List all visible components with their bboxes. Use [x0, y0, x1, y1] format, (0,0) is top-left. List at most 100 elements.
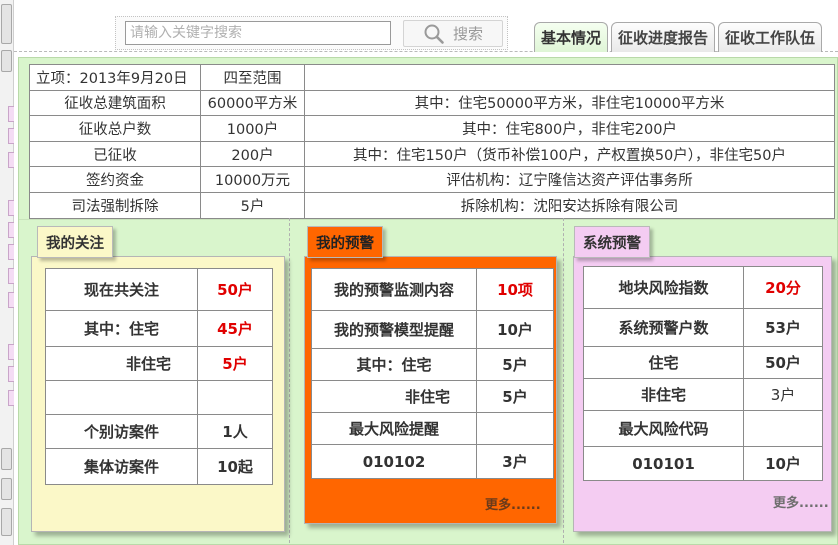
search-area: 搜索: [115, 16, 508, 50]
table-cell: 200户: [200, 140, 305, 168]
table-cell: 征收总户数: [29, 115, 201, 142]
tab-basic-info[interactable]: 基本情况: [534, 22, 609, 52]
system-alert-more-link[interactable]: 更多......: [773, 492, 829, 511]
my-alert-more-link[interactable]: 更多......: [485, 494, 541, 513]
table-row: 现在共关注 50户: [45, 268, 273, 311]
gutter-button[interactable]: [1, 448, 12, 470]
gutter-marker[interactable]: [8, 200, 14, 216]
table-cell: 10户: [476, 310, 554, 349]
tab-bar: 基本情况 征收进度报告 征收工作队伍: [534, 22, 823, 52]
table-cell: 系统预警户数: [583, 308, 744, 347]
table-row: 其中：住宅 5户: [311, 348, 554, 381]
table-cell: 5户: [200, 191, 305, 219]
table-cell: 已征收: [29, 140, 201, 168]
table-row: 010102 3户: [311, 444, 554, 479]
gutter-marker[interactable]: [8, 244, 14, 260]
gutter-marker[interactable]: [8, 128, 14, 144]
gutter-marker[interactable]: [8, 222, 14, 238]
gutter-marker[interactable]: [8, 344, 14, 360]
search-button[interactable]: 搜索: [403, 20, 503, 47]
table-cell: 5户: [476, 380, 554, 413]
gutter-marker[interactable]: [8, 292, 14, 308]
search-input[interactable]: [125, 21, 391, 45]
table-cell: 20分: [743, 266, 823, 309]
table-cell: 10起: [197, 448, 273, 485]
table-cell: 10户: [743, 446, 823, 481]
gutter-marker[interactable]: [8, 366, 14, 382]
table-row: 最大风险代码: [583, 410, 823, 447]
table-row: 签约资金 10000万元 评估机构：辽宁隆信达资产评估事务所: [29, 166, 835, 193]
table-cell: 3户: [476, 444, 554, 479]
table-row: 系统预警户数 53户: [583, 308, 823, 347]
table-cell: 010102: [311, 444, 477, 479]
table-row: 非住宅 5户: [311, 380, 554, 413]
table-cell: 5户: [476, 348, 554, 381]
gutter-button[interactable]: [1, 478, 12, 500]
table-cell: 其中：住宅150户（货币补偿100户，产权置换50户），非住宅50户: [304, 140, 835, 168]
my-focus-table: 现在共关注 50户 其中：住宅 45户 非住宅 5户 个别访案件 1人 集体访案…: [45, 268, 273, 485]
table-row: 司法强制拆除 5户 拆除机构：沈阳安达拆除有限公司: [29, 191, 835, 219]
panel-divider: [563, 218, 564, 545]
table-cell: 1000户: [200, 115, 305, 142]
gutter-marker[interactable]: [8, 268, 14, 284]
table-cell: 10项: [476, 268, 554, 311]
table-row: 住宅 50户: [583, 346, 823, 379]
top-bar: 搜索 基本情况 征收进度报告 征收工作队伍: [14, 0, 838, 52]
table-cell: 我的预警模型提醒: [311, 310, 477, 349]
gutter-marker[interactable]: [8, 390, 14, 406]
table-cell: 50户: [743, 346, 823, 379]
table-cell: 个别访案件: [45, 414, 198, 449]
table-row: [45, 380, 273, 415]
table-cell: 60000平方米: [200, 89, 305, 117]
table-cell: 非住宅: [583, 378, 744, 411]
table-cell: [743, 410, 823, 447]
table-cell: 现在共关注: [45, 268, 198, 311]
table-row: 非住宅 3户: [583, 378, 823, 411]
system-alert-title: 系统预警: [574, 226, 650, 258]
table-row: 我的预警模型提醒 10户: [311, 310, 554, 349]
table-row: 地块风险指数 20分: [583, 266, 823, 309]
table-cell: [45, 380, 198, 415]
table-cell: 1人: [197, 414, 273, 449]
left-gutter: [0, 0, 14, 545]
table-cell: 签约资金: [29, 166, 201, 193]
my-focus-title: 我的关注: [37, 226, 113, 258]
my-alert-title: 我的预警: [307, 226, 383, 258]
table-row: 已征收 200户 其中：住宅150户（货币补偿100户，产权置换50户），非住宅…: [29, 140, 835, 168]
search-icon: [424, 24, 444, 44]
section-divider: [19, 219, 838, 220]
table-row: 非住宅 5户: [45, 346, 273, 381]
table-cell: 住宅: [583, 346, 744, 379]
table-cell: 其中：住宅: [45, 310, 198, 347]
table-cell: 3户: [743, 378, 823, 411]
my-alert-table: 我的预警监测内容 10项 我的预警模型提醒 10户 其中：住宅 5户 非住宅 5…: [311, 268, 554, 479]
tab-work-team[interactable]: 征收工作队伍: [718, 22, 823, 52]
table-row: 其中：住宅 45户: [45, 310, 273, 347]
tab-progress-report[interactable]: 征收进度报告: [611, 22, 716, 52]
table-cell: 010101: [583, 446, 744, 481]
table-row: 征收总建筑面积 60000平方米 其中：住宅50000平方米，非住宅10000平…: [29, 89, 835, 117]
gutter-marker[interactable]: [8, 152, 14, 168]
table-cell: 我的预警监测内容: [311, 268, 477, 311]
table-row: 立项：2013年9月20日 四至范围: [29, 64, 835, 91]
table-row: 集体访案件 10起: [45, 448, 273, 485]
basic-info-table: 立项：2013年9月20日 四至范围 征收总建筑面积 60000平方米 其中：住…: [29, 64, 835, 219]
table-cell: 司法强制拆除: [29, 191, 201, 219]
system-alert-table: 地块风险指数 20分 系统预警户数 53户 住宅 50户 非住宅 3户 最大风险…: [583, 266, 823, 481]
gutter-marker[interactable]: [8, 106, 14, 122]
table-cell: 5户: [197, 346, 273, 381]
table-row: 征收总户数 1000户 其中：住宅800户，非住宅200户: [29, 115, 835, 142]
table-row: 个别访案件 1人: [45, 414, 273, 449]
gutter-button[interactable]: [1, 50, 12, 72]
gutter-button[interactable]: [1, 508, 12, 536]
table-cell: 非住宅: [45, 346, 198, 381]
table-cell: 非住宅: [311, 380, 477, 413]
main-content: 立项：2013年9月20日 四至范围 征收总建筑面积 60000平方米 其中：住…: [18, 57, 838, 545]
table-cell: 10000万元: [200, 166, 305, 193]
table-cell: 集体访案件: [45, 448, 198, 485]
gutter-toggle-button[interactable]: [1, 4, 12, 44]
table-cell: 其中：住宅: [311, 348, 477, 381]
table-cell: 最大风险提醒: [311, 412, 477, 445]
table-cell: 其中：住宅800户，非住宅200户: [304, 115, 835, 142]
table-cell: 53户: [743, 308, 823, 347]
